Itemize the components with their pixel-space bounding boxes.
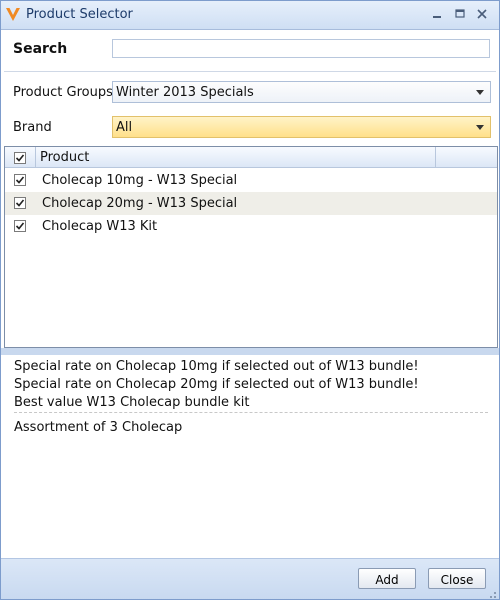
row-checkbox[interactable] (14, 220, 26, 232)
product-selector-window: Product Selector Search Product Groups W… (0, 0, 500, 600)
dashed-divider (14, 412, 488, 413)
chevron-down-icon (476, 125, 484, 130)
product-name: Cholecap 10mg - W13 Special (42, 173, 238, 188)
column-divider (435, 147, 436, 167)
title-bar[interactable]: Product Selector (1, 1, 499, 30)
close-button[interactable]: Close (428, 568, 486, 589)
search-input[interactable] (112, 39, 490, 58)
brand-label: Brand (13, 120, 52, 135)
pane-splitter[interactable] (1, 348, 499, 355)
product-groups-dropdown[interactable]: Winter 2013 Specials (112, 81, 491, 103)
grid-header: Product (5, 147, 497, 168)
brand-value: All (116, 120, 133, 135)
description-line: Special rate on Cholecap 20mg if selecte… (14, 377, 419, 392)
window-title: Product Selector (26, 7, 133, 22)
column-header-product[interactable]: Product (40, 150, 89, 165)
table-row[interactable]: Cholecap 20mg - W13 Special (5, 192, 497, 215)
header-check-cell (5, 147, 36, 167)
table-row[interactable]: Cholecap W13 Kit (5, 215, 497, 238)
search-label: Search (13, 41, 68, 57)
select-all-checkbox[interactable] (14, 152, 26, 164)
product-grid: Product Cholecap 10mg - W13 Special Chol… (4, 146, 498, 348)
brand-dropdown[interactable]: All (112, 116, 491, 138)
add-button[interactable]: Add (358, 568, 416, 589)
footer-bar: Add Close (1, 558, 499, 599)
description-line: Special rate on Cholecap 10mg if selecte… (14, 359, 419, 374)
veeva-logo-icon (5, 6, 21, 22)
product-name: Cholecap 20mg - W13 Special (42, 196, 238, 211)
assortment-note: Assortment of 3 Cholecap (14, 420, 183, 435)
maximize-icon[interactable] (451, 6, 469, 22)
resize-grip-icon[interactable] (487, 588, 497, 598)
product-groups-value: Winter 2013 Specials (116, 85, 254, 100)
row-checkbox[interactable] (14, 174, 26, 186)
minimize-icon[interactable] (428, 6, 446, 22)
description-panel: Special rate on Cholecap 10mg if selecte… (4, 356, 496, 556)
description-line: Best value W13 Cholecap bundle kit (14, 395, 250, 410)
table-row[interactable]: Cholecap 10mg - W13 Special (5, 169, 497, 192)
close-icon[interactable] (473, 6, 491, 22)
product-groups-label: Product Groups (13, 85, 113, 100)
divider (4, 71, 496, 72)
product-name: Cholecap W13 Kit (42, 219, 158, 234)
row-checkbox[interactable] (14, 197, 26, 209)
chevron-down-icon (476, 90, 484, 95)
